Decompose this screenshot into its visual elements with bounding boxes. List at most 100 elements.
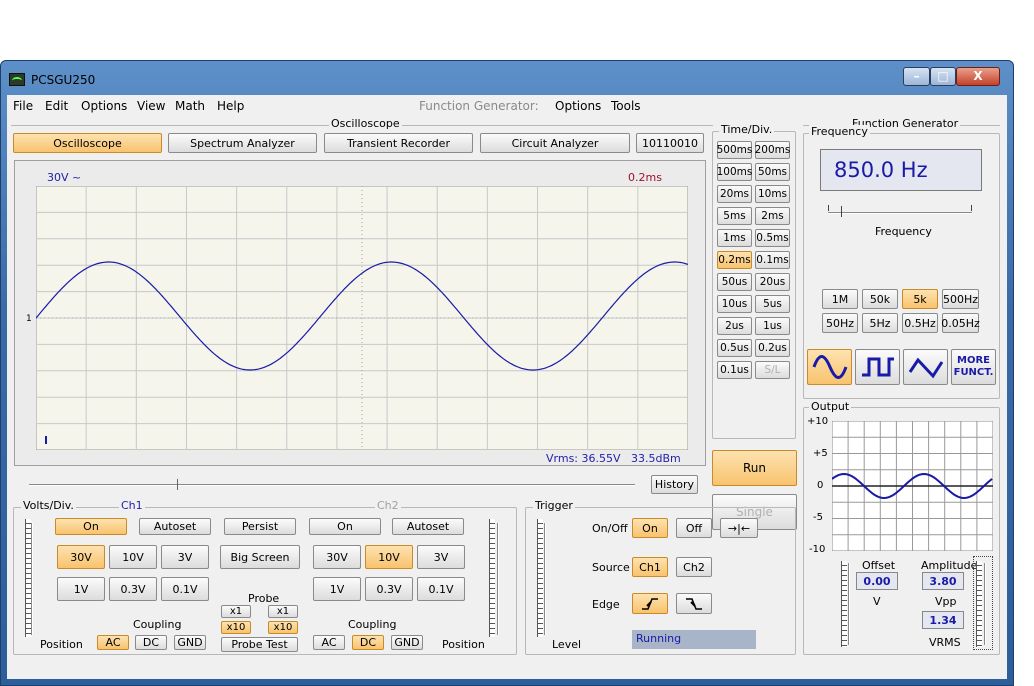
fg-square-wave-icon[interactable] <box>855 349 900 385</box>
fg-frequency-slider-thumb[interactable] <box>841 206 846 217</box>
close-button[interactable]: X <box>956 67 1000 86</box>
trigger-off-button[interactable]: Off <box>676 518 712 538</box>
fg-more-functions-button[interactable]: MORE FUNCT. <box>951 349 996 385</box>
tab-spectrum-analyzer[interactable]: Spectrum Analyzer <box>168 133 317 153</box>
ch1-probe-x10[interactable]: x10 <box>221 621 251 634</box>
trigger-source-ch1[interactable]: Ch1 <box>632 557 668 577</box>
ch1-on-button[interactable]: On <box>55 518 127 535</box>
trigger-rising-edge-icon[interactable] <box>632 593 668 614</box>
ch2-range-0-3v[interactable]: 0.3V <box>365 577 413 601</box>
ch2-position-scale <box>489 519 495 637</box>
trigger-falling-edge-icon[interactable] <box>676 593 712 614</box>
ch2-range-10v[interactable]: 10V <box>365 545 413 569</box>
timediv-button[interactable]: 200ms <box>755 141 790 159</box>
run-button[interactable]: Run <box>712 450 797 486</box>
ch2-probe-x1[interactable]: x1 <box>268 605 298 618</box>
timediv-button[interactable]: 0.5us <box>717 339 752 357</box>
ch2-coupling-gnd[interactable]: GND <box>391 635 423 650</box>
fg-range-50k[interactable]: 50k <box>862 289 898 309</box>
menu-fg-tools[interactable]: Tools <box>611 99 641 113</box>
ch1-range-10v[interactable]: 10V <box>109 545 157 569</box>
ch1-range-3v[interactable]: 3V <box>161 545 209 569</box>
timediv-button[interactable]: S/L <box>755 361 790 379</box>
ch1-autoset-button[interactable]: Autoset <box>139 518 211 535</box>
timediv-button[interactable]: 10us <box>717 295 752 313</box>
minimize-button[interactable]: – <box>903 67 930 86</box>
tab-circuit-analyzer[interactable]: Circuit Analyzer <box>480 133 630 153</box>
menu-help[interactable]: Help <box>217 99 244 113</box>
tab-transient-recorder[interactable]: Transient Recorder <box>324 133 473 153</box>
trigger-source-ch2[interactable]: Ch2 <box>676 557 712 577</box>
fg-range-0-5hz[interactable]: 0.5Hz <box>902 313 938 333</box>
fg-offset-value[interactable]: 0.00 <box>856 572 898 590</box>
timediv-button[interactable]: 2ms <box>755 207 790 225</box>
fg-range-0-05hz[interactable]: 0.05Hz <box>941 313 980 333</box>
timediv-button[interactable]: 5us <box>755 295 790 313</box>
ch2-autoset-button[interactable]: Autoset <box>392 518 464 535</box>
fg-range-5k[interactable]: 5k <box>902 289 938 309</box>
ch1-coupling-ac[interactable]: AC <box>97 635 129 650</box>
fg-offset-slider[interactable] <box>848 563 850 645</box>
timediv-button[interactable]: 0.1us <box>717 361 752 379</box>
fg-range-1m[interactable]: 1M <box>822 289 858 309</box>
menu-edit[interactable]: Edit <box>45 99 68 113</box>
trigger-level-slider[interactable] <box>544 523 546 635</box>
timediv-button[interactable]: 1us <box>755 317 790 335</box>
menu-options[interactable]: Options <box>81 99 127 113</box>
ch2-on-button[interactable]: On <box>309 518 381 535</box>
timediv-button[interactable]: 20ms <box>717 185 752 203</box>
history-slider-thumb[interactable] <box>177 479 182 490</box>
persist-button[interactable]: Persist <box>224 518 296 535</box>
ch1-range-1v[interactable]: 1V <box>57 577 105 601</box>
ch1-range-0-3v[interactable]: 0.3V <box>109 577 157 601</box>
timediv-button[interactable]: 10ms <box>755 185 790 203</box>
maximize-button[interactable]: □ <box>930 67 956 86</box>
timediv-button[interactable]: 2us <box>717 317 752 335</box>
probe-test-button[interactable]: Probe Test <box>221 637 298 652</box>
timediv-button[interactable]: 100ms <box>717 163 752 181</box>
timediv-button[interactable]: 500ms <box>717 141 752 159</box>
ch1-coupling-dc[interactable]: DC <box>135 635 167 650</box>
ch2-probe-x10[interactable]: x10 <box>268 621 298 634</box>
fg-range-5hz[interactable]: 5Hz <box>862 313 898 333</box>
timediv-button[interactable]: 1ms <box>717 229 752 247</box>
trigger-on-button[interactable]: On <box>632 518 668 538</box>
ch2-position-slider[interactable] <box>497 523 499 635</box>
history-button[interactable]: History <box>651 475 698 494</box>
big-screen-button[interactable]: Big Screen <box>220 545 300 569</box>
tab-oscilloscope[interactable]: Oscilloscope <box>13 133 162 153</box>
ch1-coupling-gnd[interactable]: GND <box>174 635 206 650</box>
timediv-button[interactable]: 0.5ms <box>755 229 790 247</box>
timediv-button[interactable]: 20us <box>755 273 790 291</box>
ch1-position-slider[interactable] <box>31 523 33 635</box>
timediv-button[interactable]: 50us <box>717 273 752 291</box>
fg-amplitude-slider[interactable] <box>984 563 986 645</box>
timediv-button[interactable]: 50ms <box>755 163 790 181</box>
fg-amplitude-value[interactable]: 3.80 <box>922 572 964 590</box>
timediv-button[interactable]: 0.1ms <box>755 251 790 269</box>
fg-sine-wave-icon[interactable] <box>807 349 852 385</box>
ch1-range-30v[interactable]: 30V <box>57 545 105 569</box>
fg-range-50hz[interactable]: 50Hz <box>822 313 858 333</box>
ch1-range-0-1v[interactable]: 0.1V <box>161 577 209 601</box>
ch1-probe-x1[interactable]: x1 <box>221 605 251 618</box>
fg-frequency-slider[interactable] <box>828 212 972 214</box>
tab-logic[interactable]: 10110010 <box>636 133 704 153</box>
menu-file[interactable]: File <box>13 99 33 113</box>
timediv-button[interactable]: 0.2us <box>755 339 790 357</box>
menu-fg-options[interactable]: Options <box>555 99 601 113</box>
fg-triangle-wave-icon[interactable] <box>903 349 948 385</box>
history-slider[interactable] <box>29 484 635 486</box>
ch2-range-30v[interactable]: 30V <box>313 545 361 569</box>
ch2-range-1v[interactable]: 1V <box>313 577 361 601</box>
ch2-range-3v[interactable]: 3V <box>417 545 465 569</box>
timediv-button[interactable]: 5ms <box>717 207 752 225</box>
menu-math[interactable]: Math <box>175 99 205 113</box>
ch2-coupling-dc[interactable]: DC <box>352 635 384 650</box>
ch2-coupling-ac[interactable]: AC <box>313 635 345 650</box>
ch2-range-0-1v[interactable]: 0.1V <box>417 577 465 601</box>
menu-view[interactable]: View <box>137 99 165 113</box>
trigger-center-button[interactable]: →|← <box>720 518 758 538</box>
fg-range-500hz[interactable]: 500Hz <box>942 289 979 309</box>
timediv-button[interactable]: 0.2ms <box>717 251 752 269</box>
